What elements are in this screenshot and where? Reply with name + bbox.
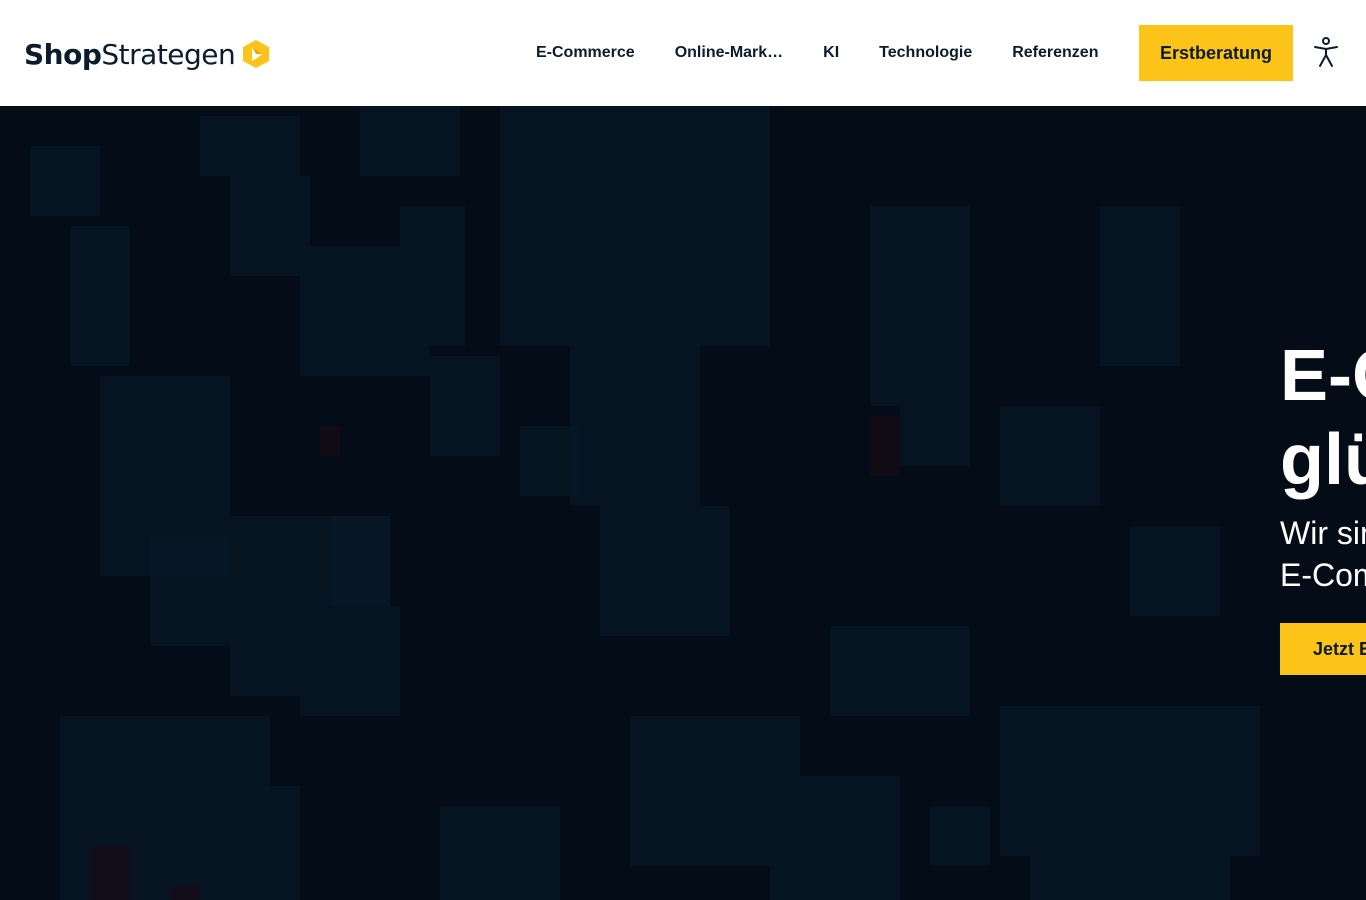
nav-item-referenzen[interactable]: Referenzen xyxy=(992,25,1118,81)
hero-subtitle-line2: E-Com xyxy=(1280,557,1366,593)
logo[interactable]: Shop Strategen xyxy=(24,36,271,72)
nav-item-technologie[interactable]: Technologie xyxy=(859,25,992,81)
hero-subtitle: Wir sin E-Com xyxy=(1280,512,1366,596)
nav-item-online-marketing[interactable]: Online-Mark… xyxy=(655,25,803,81)
hero-title-line1: E-C xyxy=(1280,336,1366,416)
main-nav: E-Commerce Online-Mark… KI Technologie R… xyxy=(516,25,1118,81)
hero-subtitle-line1: Wir sin xyxy=(1280,515,1366,551)
logo-text-shop: Shop xyxy=(24,37,102,71)
hexagon-play-icon xyxy=(241,39,271,69)
hero-cta-button[interactable]: Jetzt E xyxy=(1280,623,1366,675)
nav-item-e-commerce[interactable]: E-Commerce xyxy=(516,25,655,81)
hero-title: E-C glü xyxy=(1280,334,1366,502)
hero-content: E-C glü Wir sin E-Com Jetzt E xyxy=(1280,334,1366,675)
hero-title-line2: glü xyxy=(1280,420,1366,500)
erstberatung-button[interactable]: Erstberatung xyxy=(1139,25,1293,81)
hero-background-pattern xyxy=(0,106,1366,900)
site-header: Shop Strategen E-Commerce Online-Mark… K… xyxy=(0,0,1366,106)
logo-text-strategen: Strategen xyxy=(101,37,236,71)
hero-section: E-C glü Wir sin E-Com Jetzt E xyxy=(0,106,1366,900)
accessibility-button[interactable] xyxy=(1310,35,1342,71)
nav-item-ki[interactable]: KI xyxy=(803,25,859,81)
accessibility-icon xyxy=(1313,36,1339,71)
